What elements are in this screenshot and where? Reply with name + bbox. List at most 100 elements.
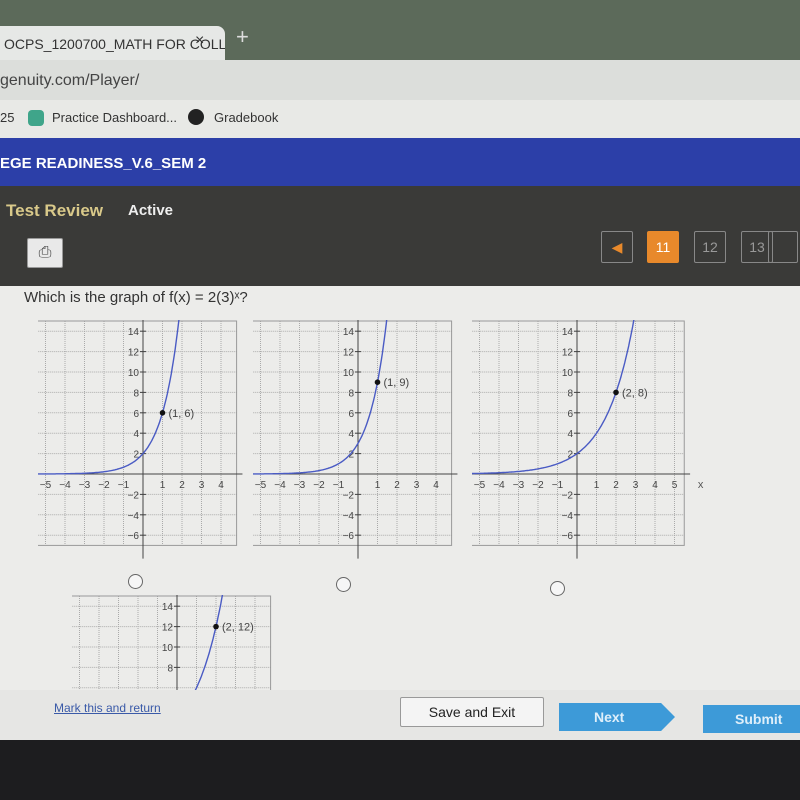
y-tick-label: 8 <box>567 388 573 399</box>
y-tick-label: −2 <box>562 490 574 501</box>
activity-status: Active <box>128 202 174 219</box>
y-tick-label: 4 <box>133 429 139 440</box>
point-label: (1, 6) <box>169 408 195 420</box>
y-tick-label: 10 <box>562 368 574 379</box>
activity-nav <box>0 186 800 286</box>
next-button[interactable]: Next <box>559 703 675 731</box>
y-tick-label: −4 <box>128 511 140 522</box>
y-tick-label: −2 <box>128 490 140 501</box>
x-tick-label: −5 <box>474 480 486 491</box>
highlighted-point <box>213 623 219 630</box>
x-tick-label: 4 <box>652 480 658 491</box>
graph-option-b: y−5−4−3−2−112341412108642−2−4−6(1, 9) <box>253 320 458 559</box>
bookmark-gradebook[interactable]: Gradebook <box>214 110 278 125</box>
y-tick-label: 6 <box>133 409 139 420</box>
question-14-button[interactable] <box>768 231 798 263</box>
x-tick-label: −3 <box>79 480 91 491</box>
function-curve <box>38 320 180 475</box>
y-tick-label: 10 <box>162 643 174 654</box>
function-curve <box>194 595 224 690</box>
close-tab-icon[interactable]: × <box>195 32 204 50</box>
question-panel: y−5−4−3−2−112341412108642−2−4−6(1, 6) y−… <box>0 286 800 690</box>
y-tick-label: 14 <box>128 327 140 338</box>
x-tick-label: 4 <box>218 480 224 491</box>
highlighted-point <box>159 410 166 416</box>
y-tick-label: 4 <box>348 429 354 440</box>
x-tick-label: −5 <box>255 480 267 491</box>
function-curve <box>253 320 388 475</box>
x-tick-label: 1 <box>594 480 600 491</box>
point-label: (2, 12) <box>222 622 254 634</box>
x-tick-label: 1 <box>375 480 381 491</box>
save-and-exit-button[interactable]: Save and Exit <box>400 697 544 727</box>
y-tick-label: 4 <box>567 429 573 440</box>
graph-option-c: yx−5−4−3−2−1123451412108642−2−4−6(2, 8) <box>472 320 704 559</box>
y-tick-label: 12 <box>343 348 355 359</box>
bookmark-item[interactable]: 25 <box>0 110 14 125</box>
highlighted-point <box>374 379 381 385</box>
x-tick-label: −3 <box>294 480 306 491</box>
highlighted-point <box>613 389 619 396</box>
question-text: Which is the graph of f(x) = 2(3)ˣ? <box>24 289 248 306</box>
y-tick-label: 10 <box>343 368 355 379</box>
y-tick-label: −6 <box>343 531 355 542</box>
x-tick-label: 2 <box>613 480 619 491</box>
url-text[interactable]: genuity.com/Player/ <box>0 72 139 90</box>
x-tick-label: −2 <box>313 480 325 491</box>
x-tick-label: −1 <box>552 480 564 491</box>
y-tick-label: 14 <box>343 327 355 338</box>
y-tick-label: 14 <box>562 327 574 338</box>
question-11-button[interactable]: 11 <box>647 231 679 263</box>
function-curve <box>472 320 635 475</box>
y-tick-label: 6 <box>567 409 573 420</box>
x-tick-label: −4 <box>274 480 286 491</box>
x-tick-label: −5 <box>40 480 52 491</box>
x-tick-label: 5 <box>672 480 678 491</box>
activity-title: Test Review <box>6 201 104 220</box>
new-tab-button[interactable]: + <box>236 24 249 50</box>
graph-option-a: y−5−4−3−2−112341412108642−2−4−6(1, 6) <box>38 320 243 559</box>
y-tick-label: −6 <box>128 531 140 542</box>
question-12-button[interactable]: 12 <box>694 231 726 263</box>
y-tick-label: 12 <box>128 348 140 359</box>
browser-tab[interactable]: OCPS_1200700_MATH FOR COLL <box>0 26 225 62</box>
x-tick-label: 3 <box>199 480 205 491</box>
submit-button[interactable]: Submit <box>703 705 800 733</box>
x-tick-label: −1 <box>118 480 130 491</box>
x-tick-label: 2 <box>394 480 400 491</box>
graph-option-d: y1412108(2, 12) <box>72 595 272 690</box>
x-tick-label: 3 <box>633 480 639 491</box>
y-tick-label: −4 <box>343 511 355 522</box>
x-tick-label: −4 <box>59 480 71 491</box>
mark-and-return-link[interactable]: Mark this and return <box>54 701 161 715</box>
radio-option-c[interactable] <box>550 581 565 596</box>
y-tick-label: 8 <box>348 388 354 399</box>
y-tick-label: −2 <box>343 490 355 501</box>
radio-option-b[interactable] <box>336 577 351 592</box>
y-tick-label: 8 <box>133 388 139 399</box>
y-tick-label: 6 <box>348 409 354 420</box>
y-tick-label: 10 <box>128 368 140 379</box>
x-tick-label: −1 <box>333 480 345 491</box>
x-tick-label: 4 <box>433 480 439 491</box>
bookmark-practice-dashboard[interactable]: Practice Dashboard... <box>52 110 177 125</box>
x-tick-label: −3 <box>513 480 525 491</box>
x-tick-label: −4 <box>493 480 505 491</box>
y-tick-label: 12 <box>162 623 174 634</box>
printer-icon[interactable]: ⎙ <box>27 238 63 268</box>
y-tick-label: 12 <box>562 348 574 359</box>
y-tick-label: 8 <box>167 663 173 674</box>
x-tick-label: 2 <box>179 480 185 491</box>
x-tick-label: −2 <box>98 480 110 491</box>
x-tick-label: 1 <box>160 480 166 491</box>
point-label: (2, 8) <box>622 387 648 399</box>
x-tick-label: 3 <box>414 480 420 491</box>
previous-question-button[interactable]: ◀ <box>601 231 633 263</box>
course-title: EGE READINESS_V.6_SEM 2 <box>0 155 207 172</box>
globe-icon <box>188 109 204 125</box>
point-label: (1, 9) <box>384 377 410 389</box>
shield-check-icon <box>28 110 44 126</box>
radio-option-a[interactable] <box>128 574 143 589</box>
y-tick-label: −4 <box>562 511 574 522</box>
x-axis-label: x <box>698 479 704 491</box>
